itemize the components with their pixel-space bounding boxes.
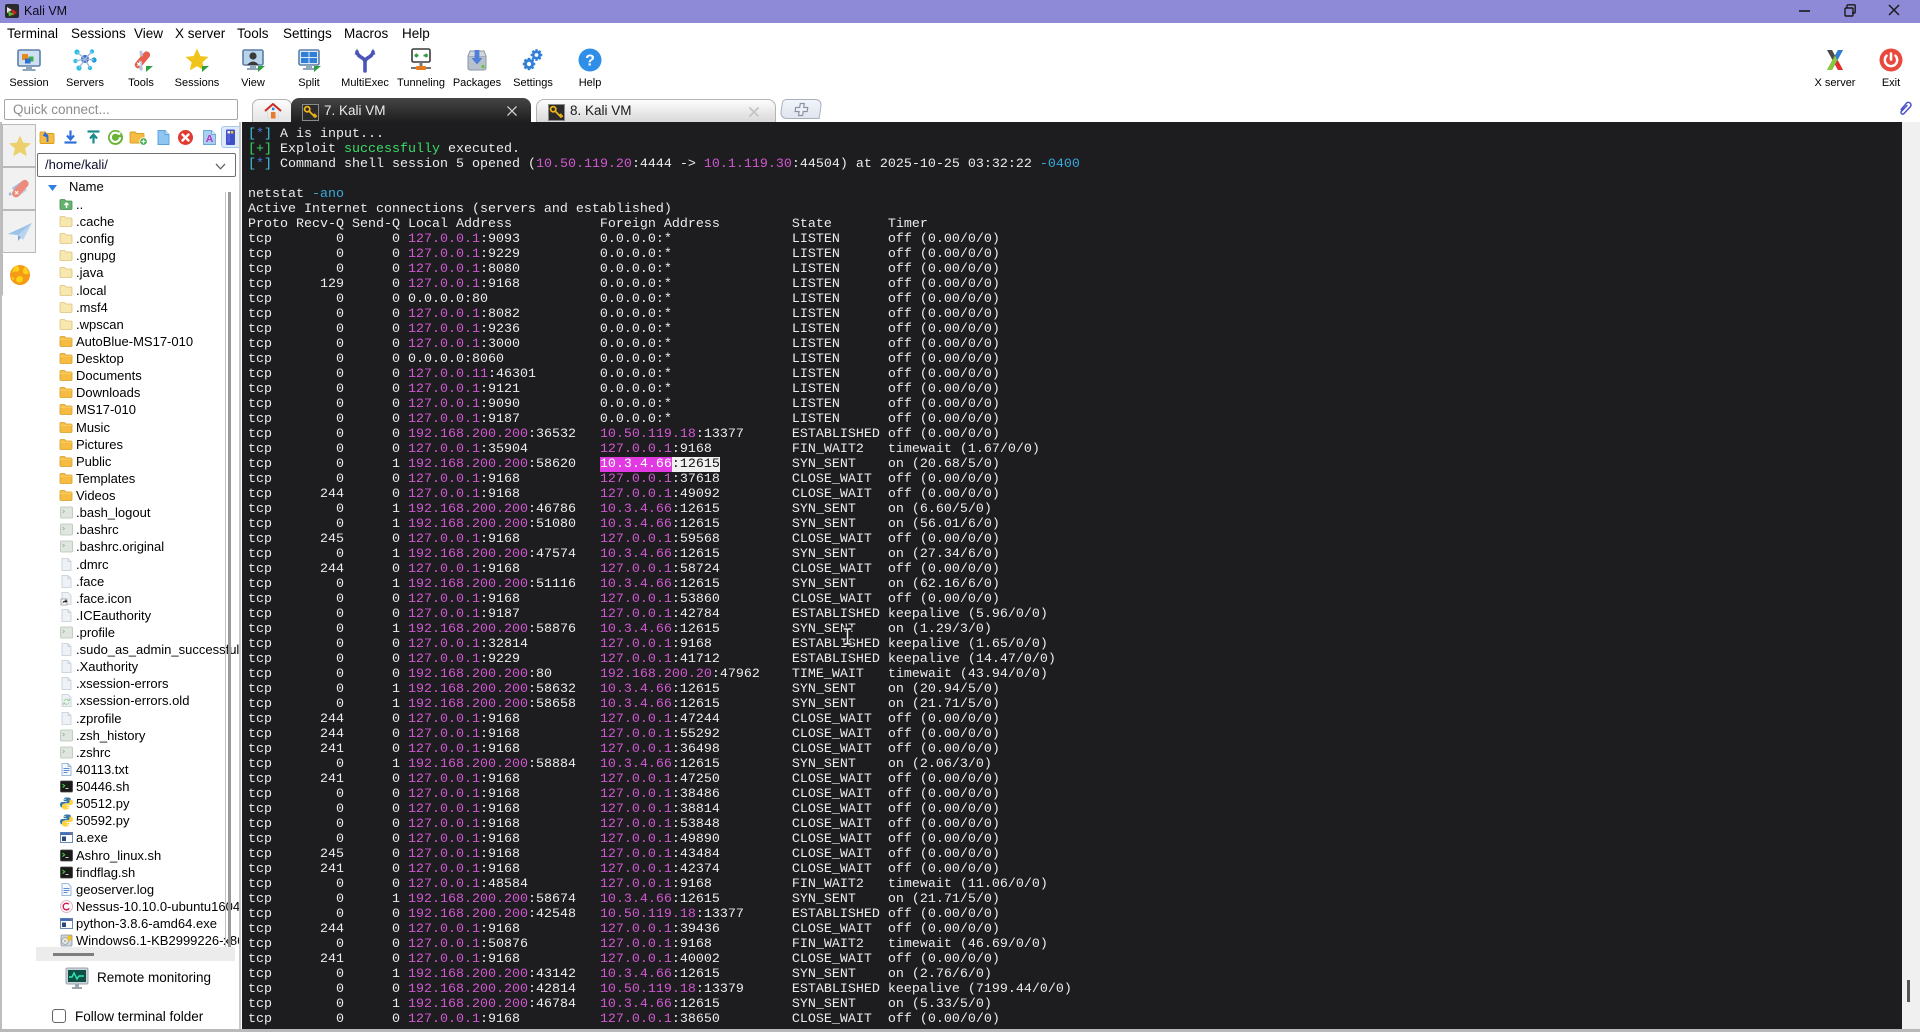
svg-text:?: ? bbox=[585, 53, 595, 70]
svg-text:A: A bbox=[206, 133, 214, 145]
